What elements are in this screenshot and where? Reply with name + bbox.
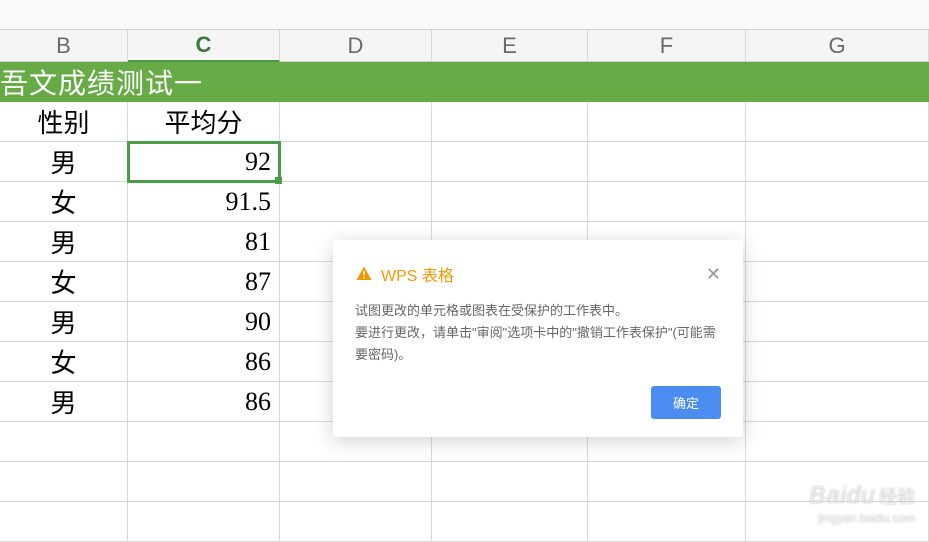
- cell-empty[interactable]: [588, 182, 746, 222]
- cell-empty[interactable]: [432, 182, 588, 222]
- cell-empty[interactable]: [280, 62, 432, 102]
- data-cell[interactable]: 女: [0, 262, 128, 302]
- watermark-url: jingyan.baidu.com: [809, 511, 915, 525]
- column-header-D[interactable]: D: [280, 30, 432, 62]
- cell-empty[interactable]: [746, 382, 929, 422]
- header-cell[interactable]: 平均分: [128, 102, 280, 142]
- data-cell[interactable]: 81: [128, 222, 280, 262]
- data-cell[interactable]: 男: [0, 142, 128, 182]
- cell-empty[interactable]: [128, 502, 280, 542]
- data-cell[interactable]: 男: [0, 302, 128, 342]
- column-header-C[interactable]: C: [128, 30, 280, 62]
- title-row: 吾文成绩测试一: [0, 62, 929, 102]
- cell-empty[interactable]: [280, 142, 432, 182]
- data-cell[interactable]: 男: [0, 222, 128, 262]
- cell-empty[interactable]: [588, 462, 746, 502]
- cell-empty[interactable]: [0, 462, 128, 502]
- cell-empty[interactable]: [280, 502, 432, 542]
- data-cell[interactable]: 91.5: [128, 182, 280, 222]
- empty-row: [0, 462, 929, 502]
- cell-empty[interactable]: [746, 62, 929, 102]
- cell-empty[interactable]: [588, 502, 746, 542]
- dialog-message-line1: 试图更改的单元格或图表在受保护的工作表中。: [355, 300, 721, 322]
- cell-empty[interactable]: [128, 422, 280, 462]
- cell-empty[interactable]: [432, 102, 588, 142]
- cell-empty[interactable]: [746, 342, 929, 382]
- data-cell[interactable]: 92: [128, 142, 280, 182]
- protected-sheet-dialog: WPS 表格 ✕ 试图更改的单元格或图表在受保护的工作表中。 要进行更改，请单击…: [333, 240, 743, 437]
- data-cell[interactable]: 女: [0, 182, 128, 222]
- data-cell[interactable]: 86: [128, 342, 280, 382]
- dialog-close-button[interactable]: ✕: [706, 265, 721, 283]
- dialog-body: 试图更改的单元格或图表在受保护的工作表中。 要进行更改，请单击"审阅"选项卡中的…: [355, 300, 721, 366]
- watermark-cn: 经验: [879, 487, 915, 507]
- formula-bar[interactable]: [0, 0, 929, 30]
- header-cell[interactable]: 性别: [0, 102, 128, 142]
- table-row: 女91.5: [0, 182, 929, 222]
- column-header-B[interactable]: B: [0, 30, 128, 62]
- cell-empty[interactable]: [432, 502, 588, 542]
- table-row: 男92: [0, 142, 929, 182]
- data-cell[interactable]: 女: [0, 342, 128, 382]
- cell-empty[interactable]: [432, 462, 588, 502]
- header-row: 性别平均分: [0, 102, 929, 142]
- data-cell[interactable]: 87: [128, 262, 280, 302]
- data-cell[interactable]: 90: [128, 302, 280, 342]
- cell-empty[interactable]: [746, 102, 929, 142]
- ok-button[interactable]: 确定: [651, 386, 721, 419]
- dialog-footer: 确定: [355, 386, 721, 419]
- dialog-message-line2: 要进行更改，请单击"审阅"选项卡中的"撤销工作表保护"(可能需要密码)。: [355, 322, 721, 366]
- column-header-G[interactable]: G: [746, 30, 929, 62]
- empty-row: [0, 502, 929, 542]
- cell-empty[interactable]: [588, 102, 746, 142]
- cell-empty[interactable]: [128, 462, 280, 502]
- merged-title-cell[interactable]: 吾文成绩测试一: [0, 62, 280, 102]
- cell-empty[interactable]: [746, 262, 929, 302]
- cell-empty[interactable]: [746, 422, 929, 462]
- cell-empty[interactable]: [746, 182, 929, 222]
- watermark-brand: Baidu: [809, 482, 875, 509]
- watermark: Baidu 经验 jingyan.baidu.com: [809, 482, 915, 525]
- column-headers-row: BCDEFG: [0, 30, 929, 62]
- cell-empty[interactable]: [432, 142, 588, 182]
- dialog-header: WPS 表格 ✕: [355, 262, 721, 286]
- cell-empty[interactable]: [432, 62, 588, 102]
- cell-empty[interactable]: [746, 142, 929, 182]
- column-header-E[interactable]: E: [432, 30, 588, 62]
- cell-empty[interactable]: [588, 142, 746, 182]
- cell-empty[interactable]: [746, 222, 929, 262]
- cell-empty[interactable]: [588, 62, 746, 102]
- cell-empty[interactable]: [280, 102, 432, 142]
- dialog-title: WPS 表格: [381, 262, 454, 286]
- data-cell[interactable]: 86: [128, 382, 280, 422]
- cell-empty[interactable]: [280, 462, 432, 502]
- cell-empty[interactable]: [746, 302, 929, 342]
- warning-icon: [355, 265, 373, 283]
- cell-empty[interactable]: [280, 182, 432, 222]
- data-cell[interactable]: 男: [0, 382, 128, 422]
- column-header-F[interactable]: F: [588, 30, 746, 62]
- cell-empty[interactable]: [0, 502, 128, 542]
- cell-empty[interactable]: [0, 422, 128, 462]
